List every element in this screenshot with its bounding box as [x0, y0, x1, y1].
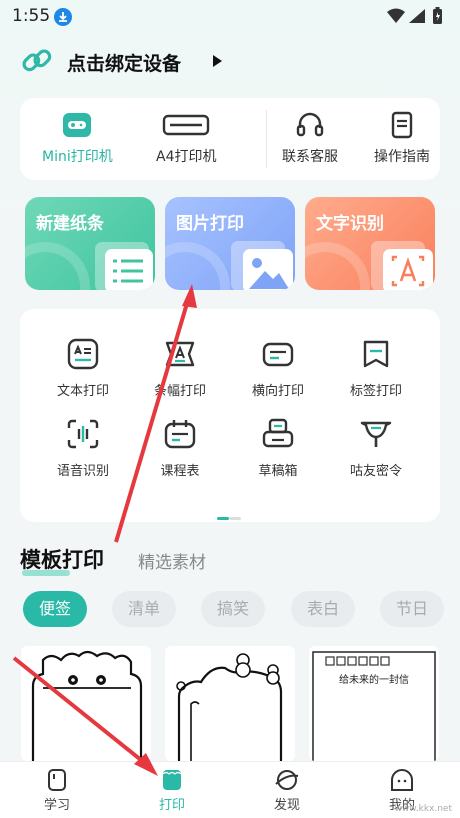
label-print-icon [363, 340, 389, 368]
mini-printer-icon [63, 113, 92, 137]
drafts-printer-icon [262, 418, 294, 448]
watermark: www.kkx.net [394, 804, 453, 814]
landscape-print-tool[interactable]: 横向打印 [234, 337, 322, 399]
text-print-tool[interactable]: 文本打印 [39, 337, 127, 399]
tool-label: 条幅打印 [153, 384, 206, 399]
device-label: Mini打印机 [42, 149, 113, 165]
tool-label: 文本打印 [56, 384, 109, 399]
bind-device-title: 点击绑定设备 [67, 53, 182, 75]
chip-confession[interactable]: 表白 [291, 591, 355, 627]
section-tabs: 模板打印 精选素材 [20, 542, 440, 578]
nav-discover[interactable]: 发现 [252, 768, 322, 813]
secret-code-tool[interactable]: 咕友密令 [332, 417, 420, 479]
tool-label: 咕友密令 [349, 464, 402, 479]
template-card[interactable]: 给未来的一封信 [309, 646, 439, 761]
chip-holiday[interactable]: 节日 [380, 591, 444, 627]
note-illustration-icon [25, 242, 153, 290]
print-nav-icon [162, 770, 182, 790]
guide-label: 操作指南 [374, 149, 430, 165]
banner-print-icon [165, 341, 195, 367]
tab-template-print[interactable]: 模板打印 [20, 544, 104, 574]
image-illustration-icon [165, 241, 293, 290]
wifi-icon [387, 8, 405, 23]
calendar-icon [164, 420, 196, 449]
status-time: 1:55 [12, 6, 51, 26]
guide-button[interactable]: 操作指南 [374, 110, 430, 166]
tool-grid-card: 文本打印 条幅打印 横向打印 标签打印 语音识别 课程表 草稿箱 咕友密令 [20, 309, 440, 522]
nav-study[interactable]: 学习 [22, 768, 92, 813]
chip-funny[interactable]: 搞笑 [201, 591, 265, 627]
nav-label: 学习 [43, 798, 70, 813]
nav-label: 发现 [273, 798, 300, 813]
page-indicator [217, 505, 241, 524]
profile-face-icon [391, 769, 413, 791]
triangle-right-icon [213, 55, 222, 67]
device-card: Mini打印机 A4打印机 联系客服 操作指南 [20, 98, 440, 180]
system-status-icons [387, 7, 442, 24]
tab-featured-materials[interactable]: 精选素材 [138, 548, 206, 573]
template-card[interactable] [21, 646, 151, 761]
text-print-icon [67, 338, 99, 370]
nav-print[interactable]: 打印 [137, 768, 207, 813]
chip-list[interactable]: 清单 [112, 591, 176, 627]
template-preview-snowmen [176, 653, 283, 761]
chip-memo[interactable]: 便签 [23, 591, 87, 627]
tool-label: 课程表 [160, 464, 200, 479]
bind-device-header[interactable]: 点击绑定设备 [20, 44, 440, 78]
tool-label: 标签打印 [349, 384, 402, 399]
customer-service-button[interactable]: 联系客服 [282, 110, 338, 166]
book-icon [48, 769, 66, 791]
template-preview-jar [31, 650, 143, 761]
template-card[interactable] [165, 646, 295, 761]
image-print-card[interactable]: 图片打印 [165, 197, 295, 290]
signal-icon [409, 9, 425, 23]
tool-label: 草稿箱 [258, 464, 298, 479]
planet-icon [275, 770, 299, 790]
download-icon [54, 8, 72, 26]
device-label: A4打印机 [156, 149, 217, 165]
template-letter-title: 给未来的一封信 [339, 675, 409, 686]
voice-recognition-icon [67, 419, 99, 449]
text-recognition-card[interactable]: 文字识别 [305, 197, 435, 290]
banner-print-tool[interactable]: 条幅打印 [136, 337, 224, 399]
tool-label: 语音识别 [56, 464, 109, 479]
voice-recognition-tool[interactable]: 语音识别 [39, 417, 127, 479]
headset-icon [296, 112, 324, 137]
schedule-tool[interactable]: 课程表 [136, 417, 224, 479]
drafts-tool[interactable]: 草稿箱 [234, 417, 322, 479]
landscape-print-icon [262, 342, 294, 367]
template-preview-letter [312, 651, 436, 761]
device-mini-printer[interactable]: Mini打印机 [42, 110, 113, 166]
bottom-navigation: 学习 打印 发现 我的 [0, 761, 460, 818]
nav-label: 打印 [158, 798, 185, 813]
device-a4-printer[interactable]: A4打印机 [156, 110, 216, 166]
link-icon [22, 49, 52, 72]
category-chips: 便签 清单 搞笑 表白 节日 [23, 591, 460, 627]
ocr-illustration-icon [305, 241, 433, 290]
a4-printer-icon [163, 114, 210, 136]
status-bar: 1:55 [0, 0, 460, 32]
tool-label: 横向打印 [251, 384, 304, 399]
secret-code-icon [360, 421, 392, 447]
new-note-card[interactable]: 新建纸条 [25, 197, 155, 290]
document-icon [391, 111, 413, 139]
divider [266, 110, 267, 168]
label-print-tool[interactable]: 标签打印 [332, 337, 420, 399]
service-label: 联系客服 [282, 149, 338, 165]
